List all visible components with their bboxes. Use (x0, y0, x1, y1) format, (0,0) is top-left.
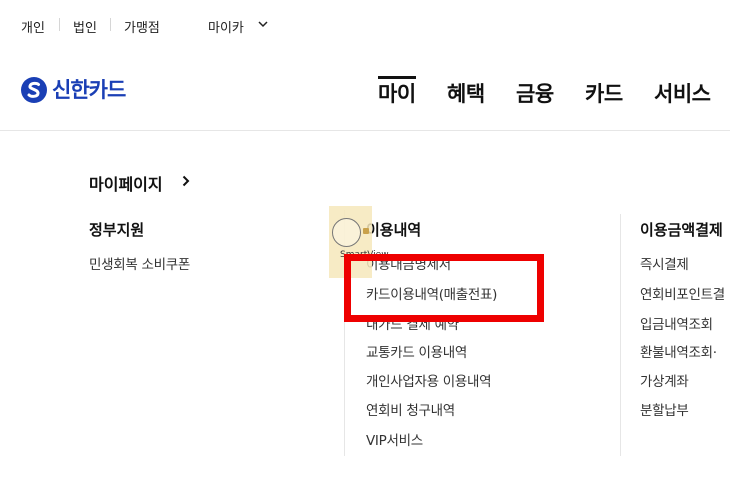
cursor-marker-icon (363, 228, 369, 234)
menu-item[interactable]: 민생회복 소비쿠폰 (89, 253, 190, 273)
gnb-service[interactable]: 서비스 (654, 78, 711, 108)
shinhan-logo-icon (21, 77, 47, 103)
menu-item[interactable]: 가상계좌 (640, 370, 689, 390)
magnifier-icon (332, 218, 361, 247)
chevron-right-icon[interactable] (182, 175, 190, 187)
brand-logo[interactable]: 신한카드 (20, 76, 150, 106)
menu-item[interactable]: 연회비포인트결 (640, 283, 725, 303)
divider (59, 18, 60, 31)
column-divider (620, 214, 621, 456)
main-navigation: 신한카드 마이 혜택 금융 카드 서비스 (0, 50, 730, 131)
active-tab-indicator (378, 76, 416, 79)
gnb-benefits[interactable]: 혜택 (447, 78, 485, 108)
top-link-corporate[interactable]: 법인 (73, 17, 97, 36)
gnb-finance[interactable]: 금융 (516, 78, 554, 108)
column-title-payment[interactable]: 이용금액결제 (640, 219, 723, 240)
column-title-government[interactable]: 정부지원 (89, 219, 144, 240)
brand-name: 신한카드 (52, 78, 126, 102)
top-utility-bar: 개인 법인 가맹점 마이카 (0, 0, 730, 50)
chevron-down-icon[interactable] (258, 20, 268, 28)
mycar-dropdown[interactable]: 마이카 (208, 17, 244, 36)
mypage-link[interactable]: 마이페이지 (89, 171, 163, 195)
menu-item[interactable]: 분할납부 (640, 399, 689, 419)
menu-item[interactable]: 연회비 청구내역 (366, 399, 455, 419)
menu-item[interactable]: 개인사업자용 이용내역 (366, 370, 492, 390)
menu-item[interactable]: 입금내역조회 (640, 313, 713, 333)
menu-item[interactable]: 즉시결제 (640, 253, 689, 273)
highlight-box (344, 254, 544, 322)
menu-item[interactable]: 교통카드 이용내역 (366, 341, 467, 361)
gnb-my[interactable]: 마이 (378, 78, 416, 108)
menu-item[interactable]: VIP서비스 (366, 429, 423, 449)
menu-item[interactable]: 환불내역조회· (640, 341, 717, 361)
divider (110, 18, 111, 31)
column-title-usage[interactable]: 이용내역 (366, 219, 421, 240)
top-link-merchant[interactable]: 가맹점 (124, 17, 160, 36)
gnb-card[interactable]: 카드 (585, 78, 623, 108)
top-link-personal[interactable]: 개인 (21, 17, 45, 36)
